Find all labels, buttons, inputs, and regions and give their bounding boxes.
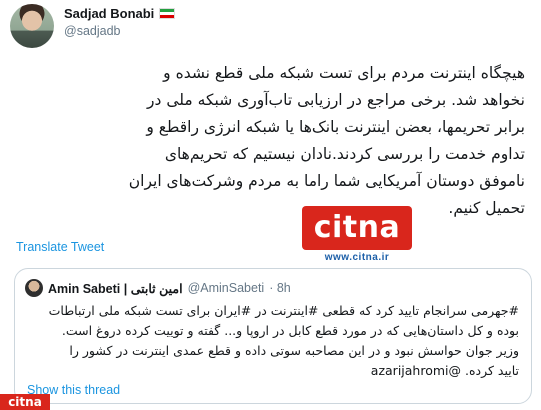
avatar[interactable] — [10, 4, 54, 48]
author-handle[interactable]: @sadjadb — [64, 24, 175, 38]
quoted-avatar — [25, 279, 43, 297]
quoted-line: بوده و کل داستان‌هایی که در مورد قطع کاب… — [61, 323, 519, 338]
tweet-text: هیچگاه اینترنت مردم برای تست شبکه ملی قط… — [14, 60, 525, 222]
iran-flag-icon — [159, 8, 176, 19]
tweet-line: تحمیل کنیم. — [448, 199, 525, 217]
tweet-line: ناموفق دوستان آمریکایی شما راما به مردم … — [128, 172, 525, 190]
quoted-line: #جهرمی سرانجام تایید کرد که قطعی #اینترن… — [48, 303, 519, 318]
tweet-line: تداوم خدمت را بررسی کردند.نادان نیستیم ک… — [164, 145, 525, 163]
quoted-line: وزیر جوان حواسش نبود و در این مصاحبه سوت… — [69, 343, 519, 358]
citna-corner-logo: citna — [0, 394, 50, 410]
citna-url: www.citna.ir — [324, 252, 390, 263]
display-name-row[interactable]: Sadjad Bonabi — [64, 6, 176, 21]
tweet-line: برابر تحریمها، بعضن اینترنت بانک‌ها یا ش… — [146, 118, 525, 136]
display-name[interactable]: Sadjad Bonabi — [64, 6, 154, 21]
tweet-line: هیچگاه اینترنت مردم برای تست شبکه ملی قط… — [163, 64, 525, 82]
tweet-line: نخواهد شد. برخی مراجع در ارزیابی تاب‌آور… — [147, 91, 525, 109]
quoted-tweet-header: Amin Sabeti | امین ثابتی @AminSabeti · 8… — [25, 279, 291, 297]
tweet: Sadjad Bonabi @sadjadb هیچگاه اینترنت مر… — [0, 0, 541, 410]
tweet-header: Sadjad Bonabi @sadjadb — [10, 4, 176, 48]
quoted-tweet-text: #جهرمی سرانجام تایید کرد که قطعی #اینترن… — [25, 301, 519, 381]
quoted-author-handle: @AminSabeti — [187, 281, 265, 295]
quoted-line: تایید کرده. @azarijahromi — [370, 363, 519, 378]
quoted-time: · 8h — [269, 281, 291, 295]
citna-watermark-logo: citna www.citna.ir — [302, 206, 412, 264]
translate-tweet-link[interactable]: Translate Tweet — [16, 240, 104, 254]
citna-logo-text: citna — [302, 206, 412, 250]
quoted-tweet[interactable]: Amin Sabeti | امین ثابتی @AminSabeti · 8… — [14, 268, 532, 404]
author-names: Sadjad Bonabi @sadjadb — [64, 6, 176, 38]
quoted-author-name: Amin Sabeti | امین ثابتی — [48, 281, 183, 296]
